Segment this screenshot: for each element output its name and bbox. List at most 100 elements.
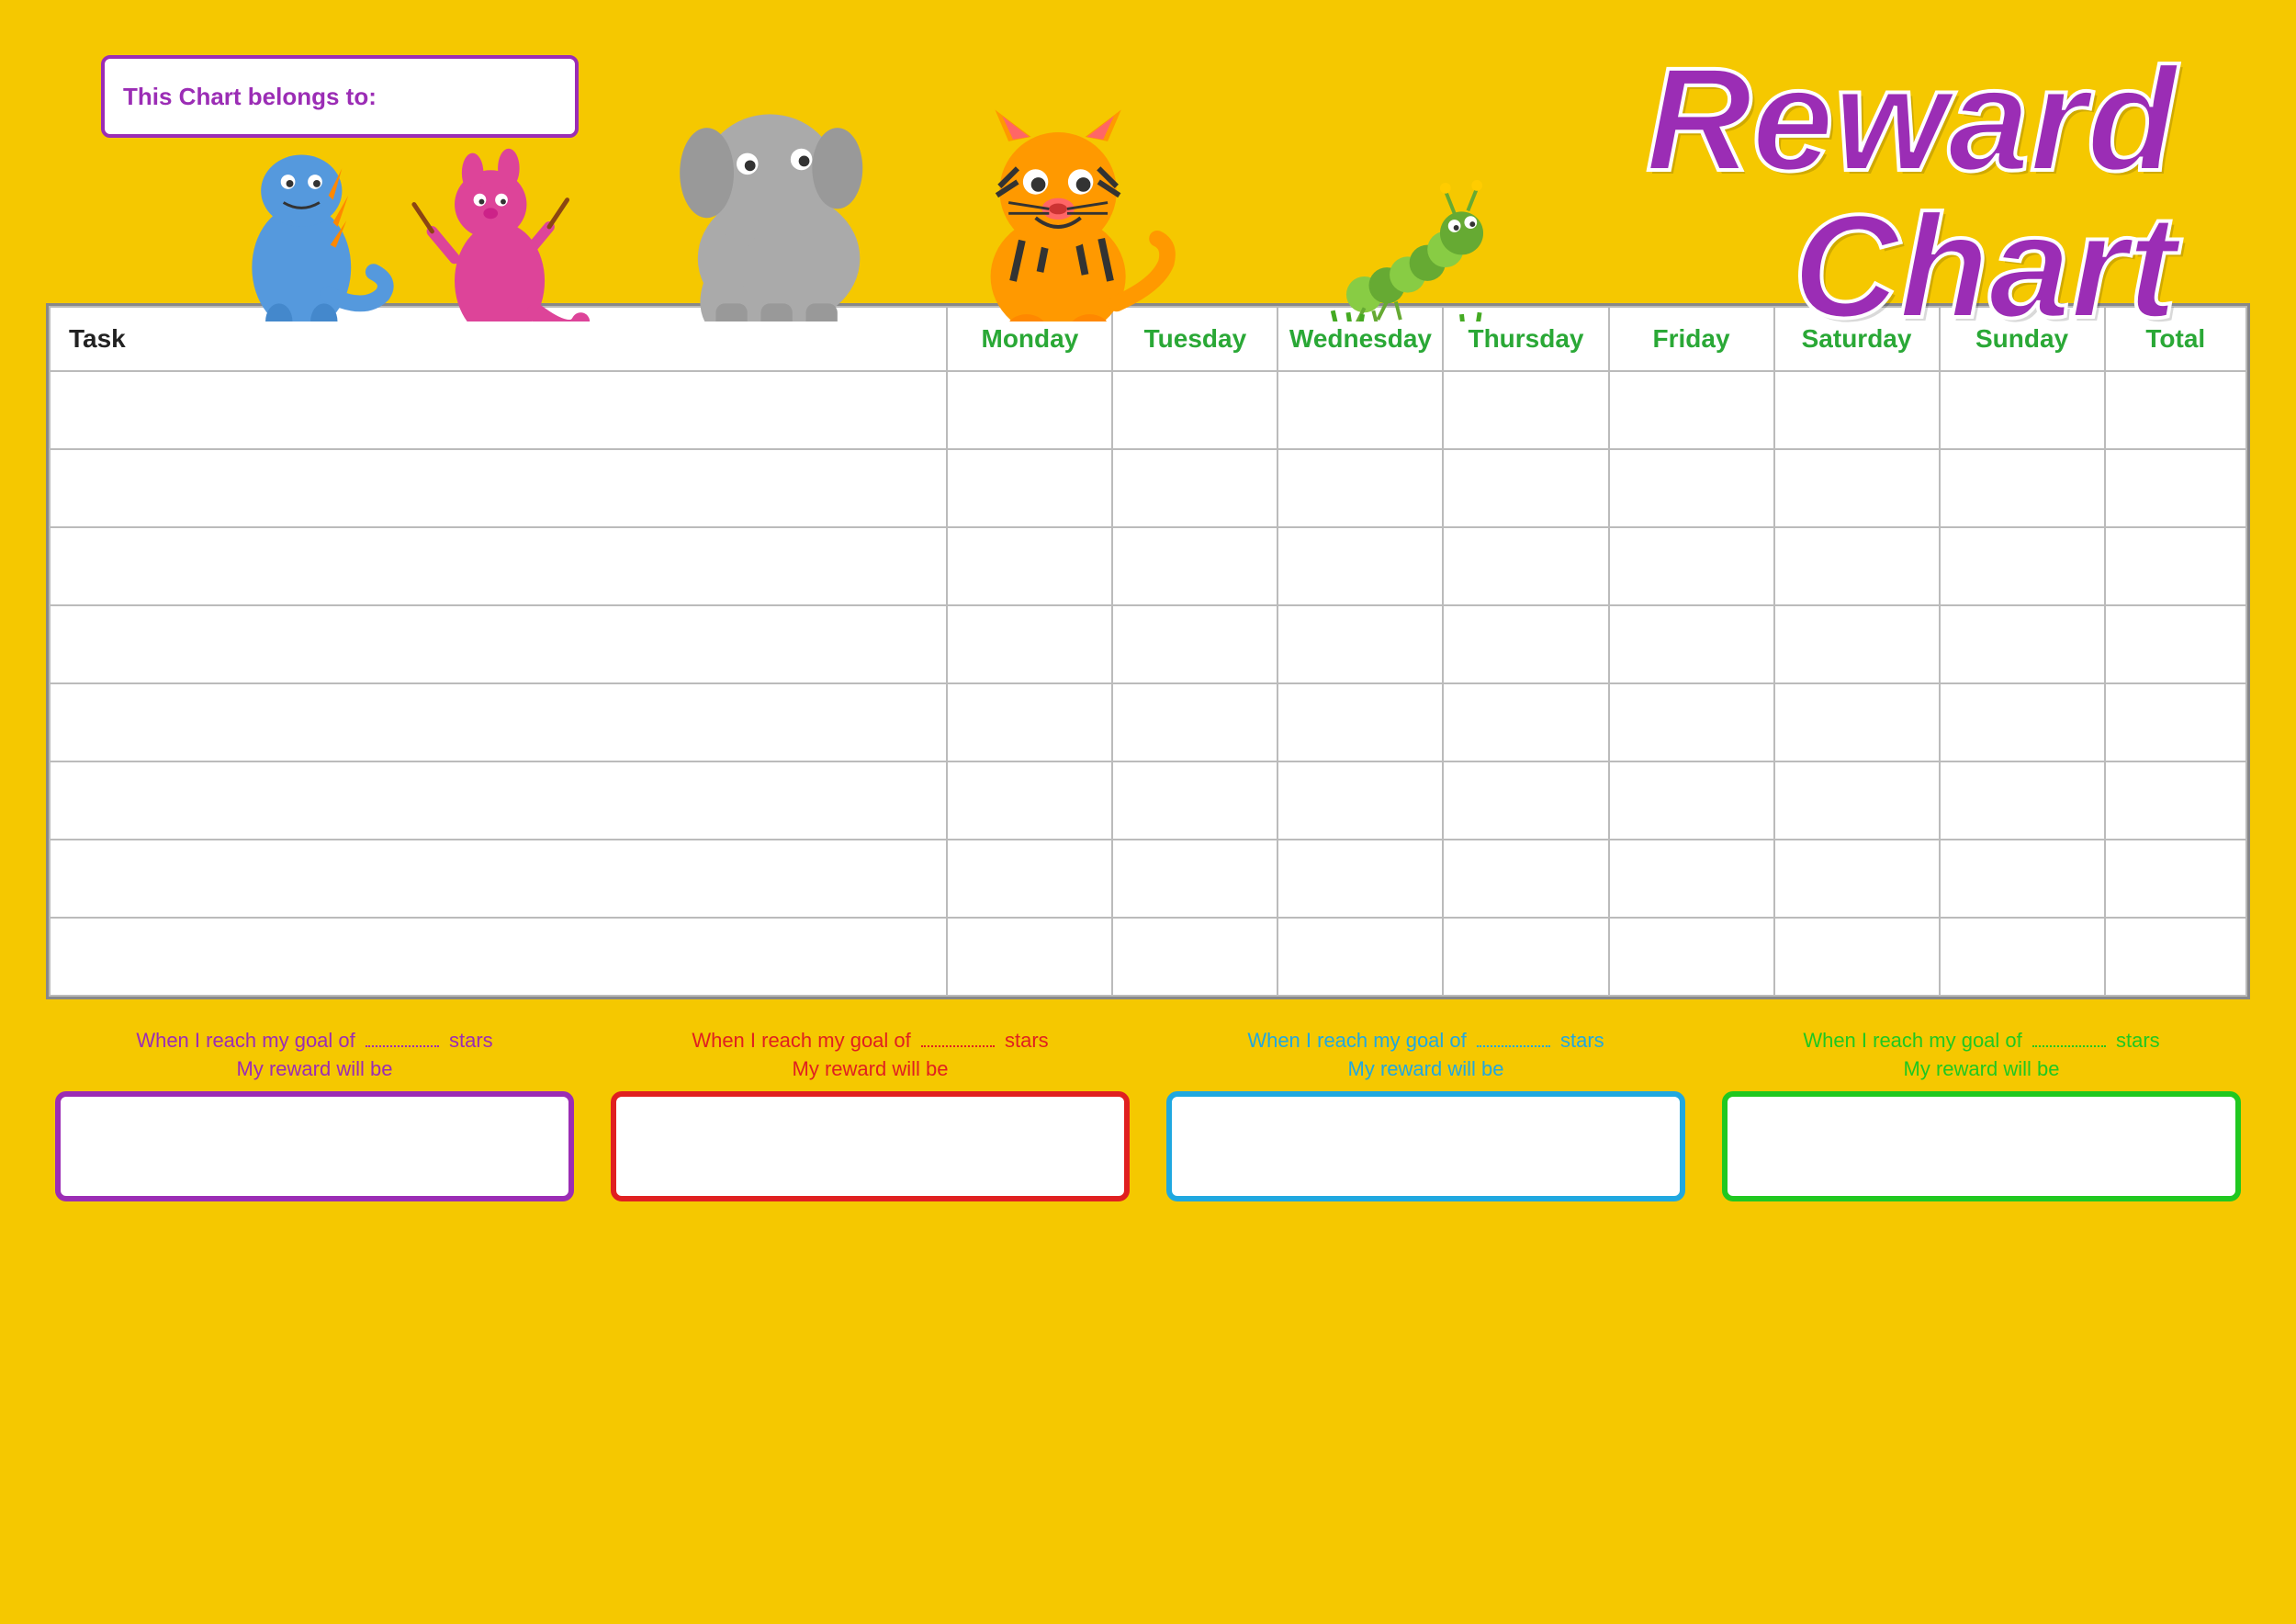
table-row[interactable] [50,605,2246,683]
total-cell-6[interactable] [2105,840,2246,918]
table-row[interactable] [50,761,2246,840]
task-cell-2[interactable] [50,527,947,605]
tuesday-cell-7[interactable] [1112,918,1277,996]
total-cell-0[interactable] [2105,371,2246,449]
thursday-cell-0[interactable] [1443,371,1608,449]
thursday-cell-4[interactable] [1443,683,1608,761]
reward-section-red: When I reach my goal of starsMy reward w… [611,1027,1130,1201]
monday-cell-5[interactable] [947,761,1112,840]
table-row[interactable] [50,449,2246,527]
task-cell-4[interactable] [50,683,947,761]
monday-cell-6[interactable] [947,840,1112,918]
wednesday-cell-5[interactable] [1277,761,1443,840]
task-cell-3[interactable] [50,605,947,683]
wednesday-cell-3[interactable] [1277,605,1443,683]
thursday-cell-5[interactable] [1443,761,1608,840]
friday-cell-7[interactable] [1609,918,1774,996]
total-cell-5[interactable] [2105,761,2246,840]
thursday-cell-3[interactable] [1443,605,1608,683]
page: This Chart belongs to: Reward Chart [0,0,2296,1624]
sunday-cell-2[interactable] [1940,527,2105,605]
col-tuesday: Tuesday [1112,307,1277,371]
reward-box-purple[interactable] [55,1091,574,1201]
saturday-cell-4[interactable] [1774,683,1940,761]
saturday-cell-0[interactable] [1774,371,1940,449]
sunday-cell-0[interactable] [1940,371,2105,449]
saturday-cell-2[interactable] [1774,527,1940,605]
saturday-cell-7[interactable] [1774,918,1940,996]
table-row[interactable] [50,840,2246,918]
reward-section-blue: When I reach my goal of starsMy reward w… [1166,1027,1685,1201]
thursday-cell-1[interactable] [1443,449,1608,527]
task-cell-5[interactable] [50,761,947,840]
wednesday-cell-2[interactable] [1277,527,1443,605]
tuesday-cell-1[interactable] [1112,449,1277,527]
table-row[interactable] [50,527,2246,605]
friday-cell-3[interactable] [1609,605,1774,683]
thursday-cell-7[interactable] [1443,918,1608,996]
sunday-cell-6[interactable] [1940,840,2105,918]
belongs-to-label: This Chart belongs to: [123,83,377,111]
total-cell-7[interactable] [2105,918,2246,996]
monday-cell-4[interactable] [947,683,1112,761]
saturday-cell-5[interactable] [1774,761,1940,840]
wednesday-cell-1[interactable] [1277,449,1443,527]
task-cell-7[interactable] [50,918,947,996]
tuesday-cell-4[interactable] [1112,683,1277,761]
friday-cell-6[interactable] [1609,840,1774,918]
sunday-cell-5[interactable] [1940,761,2105,840]
friday-cell-2[interactable] [1609,527,1774,605]
reward-text-blue: When I reach my goal of starsMy reward w… [1247,1027,1604,1084]
total-cell-3[interactable] [2105,605,2246,683]
sunday-cell-3[interactable] [1940,605,2105,683]
col-thursday: Thursday [1443,307,1608,371]
tuesday-cell-5[interactable] [1112,761,1277,840]
friday-cell-4[interactable] [1609,683,1774,761]
saturday-cell-6[interactable] [1774,840,1940,918]
header: This Chart belongs to: Reward Chart [46,37,2250,294]
saturday-cell-3[interactable] [1774,605,1940,683]
sunday-cell-7[interactable] [1940,918,2105,996]
grid-table: Task Monday Tuesday Wednesday Thursday F… [49,306,2247,997]
wednesday-cell-7[interactable] [1277,918,1443,996]
table-row[interactable] [50,918,2246,996]
tuesday-cell-2[interactable] [1112,527,1277,605]
saturday-cell-1[interactable] [1774,449,1940,527]
task-cell-0[interactable] [50,371,947,449]
tuesday-cell-6[interactable] [1112,840,1277,918]
total-cell-4[interactable] [2105,683,2246,761]
table-row[interactable] [50,683,2246,761]
reward-box-green[interactable] [1722,1091,2241,1201]
monday-cell-3[interactable] [947,605,1112,683]
tuesday-cell-3[interactable] [1112,605,1277,683]
monday-cell-2[interactable] [947,527,1112,605]
monday-cell-0[interactable] [947,371,1112,449]
wednesday-cell-4[interactable] [1277,683,1443,761]
friday-cell-0[interactable] [1609,371,1774,449]
col-monday: Monday [947,307,1112,371]
total-cell-1[interactable] [2105,449,2246,527]
reward-table: Task Monday Tuesday Wednesday Thursday F… [46,303,2250,999]
monday-cell-7[interactable] [947,918,1112,996]
wednesday-cell-6[interactable] [1277,840,1443,918]
task-cell-1[interactable] [50,449,947,527]
monday-cell-1[interactable] [947,449,1112,527]
title-chart: Chart [1646,193,2177,340]
reward-section-purple: When I reach my goal of starsMy reward w… [55,1027,574,1201]
wednesday-cell-0[interactable] [1277,371,1443,449]
total-cell-2[interactable] [2105,527,2246,605]
reward-box-blue[interactable] [1166,1091,1685,1201]
task-cell-6[interactable] [50,840,947,918]
table-row[interactable] [50,371,2246,449]
reward-box-red[interactable] [611,1091,1130,1201]
friday-cell-1[interactable] [1609,449,1774,527]
thursday-cell-2[interactable] [1443,527,1608,605]
footer-rewards: When I reach my goal of starsMy reward w… [46,1027,2250,1201]
sunday-cell-4[interactable] [1940,683,2105,761]
tuesday-cell-0[interactable] [1112,371,1277,449]
sunday-cell-1[interactable] [1940,449,2105,527]
thursday-cell-6[interactable] [1443,840,1608,918]
title-block: Reward Chart [1646,46,2177,340]
friday-cell-5[interactable] [1609,761,1774,840]
col-task: Task [50,307,947,371]
